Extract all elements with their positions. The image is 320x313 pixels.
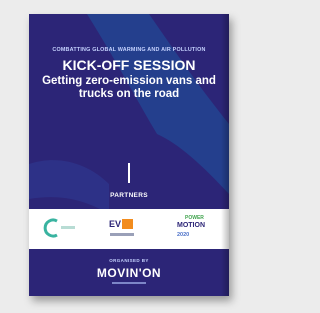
movinon-logo: MOVIN'ON <box>96 266 162 280</box>
partner-logo-strip: EV POWER MOTION 2020 <box>29 209 229 249</box>
cover-title: KICK-OFF SESSION <box>62 57 196 73</box>
cover-subtitle: Getting zero-emission vans and trucks on… <box>42 75 216 100</box>
brand-underline <box>112 282 146 284</box>
c-partner-logo <box>43 217 77 239</box>
cover-tagline: COMBATTING GLOBAL WARMING AND AIR POLLUT… <box>52 47 206 53</box>
organized-by-label: ORGANISED BY <box>109 258 149 263</box>
ev-logo-underline <box>110 233 134 236</box>
ev-logo-text: EV <box>109 219 122 229</box>
page-edge-shade <box>221 14 229 296</box>
partners-label: PARTNERS <box>110 192 148 199</box>
title-divider <box>128 163 130 183</box>
logo3-bottom-text: 2020 <box>177 232 190 238</box>
logo3-top-text: POWER <box>185 215 204 221</box>
logo3-mid-text: MOTION <box>177 222 205 229</box>
ev-partner-logo: EV <box>109 217 149 241</box>
brochure-cover[interactable]: COMBATTING GLOBAL WARMING AND AIR POLLUT… <box>29 14 229 296</box>
transition-partner-logo: POWER MOTION 2020 <box>175 215 213 243</box>
ev-logo-box <box>122 219 133 229</box>
